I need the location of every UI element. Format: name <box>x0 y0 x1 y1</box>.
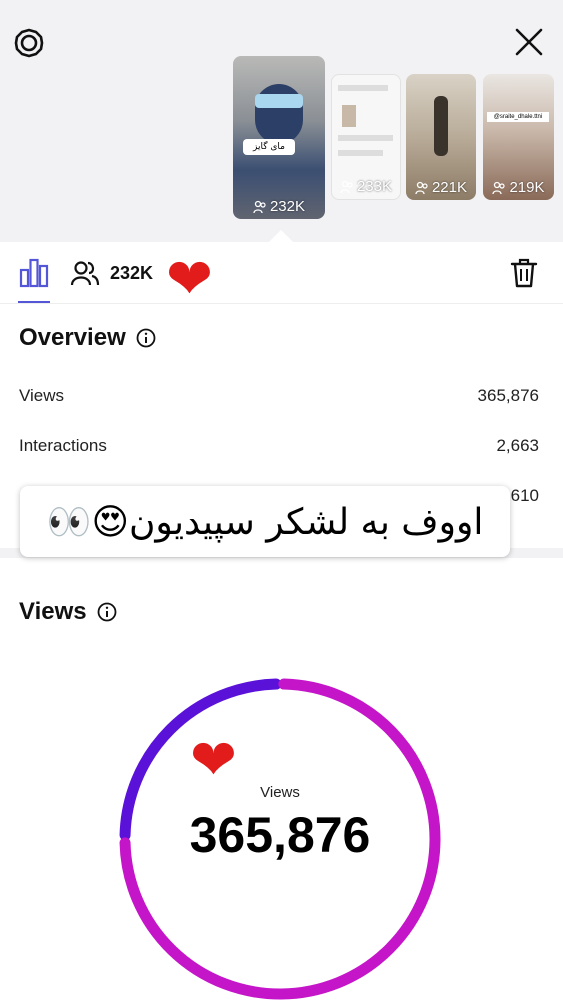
ring-label: Views <box>260 784 300 801</box>
views-title: Views <box>19 598 87 625</box>
overview-title: Overview <box>19 324 126 351</box>
row-label: Views <box>19 386 65 405</box>
row-value: 610 <box>510 486 539 505</box>
text-sticker: اووف به لشکر سپیدیون😍👀 <box>20 486 510 557</box>
people-icon <box>492 181 506 194</box>
story-thumbnail[interactable]: 221K <box>406 74 476 200</box>
story-thumbnail[interactable]: @sraite_dhale.ttni 219K <box>483 74 554 200</box>
tab-bar: 232K <box>0 242 563 304</box>
tab-statistics[interactable] <box>18 257 50 303</box>
row-value: 2,663 <box>496 436 539 455</box>
eye-mask <box>255 94 303 108</box>
ring-value: 365,876 <box>189 807 371 863</box>
overview-row-views: Views 365,876 <box>19 386 539 406</box>
row-label: Interactions <box>19 436 107 455</box>
heart-sticker: ❤ <box>166 247 213 312</box>
story-view-count: 219K <box>483 179 554 196</box>
story-person <box>255 84 303 144</box>
bar-chart-icon <box>19 258 49 288</box>
trash-icon[interactable] <box>510 258 538 288</box>
story-view-count: 233K <box>332 178 400 195</box>
overview-heading: Overview <box>19 324 156 352</box>
people-icon <box>70 261 100 286</box>
stories-carousel: مای گایز 232K 233K 221K @sraite_dhale.tt… <box>0 0 563 243</box>
info-icon[interactable] <box>136 328 156 348</box>
story-thumbnail[interactable]: 233K <box>331 74 401 200</box>
people-icon <box>253 200 266 213</box>
chat-line <box>338 150 383 156</box>
people-icon <box>415 181 428 194</box>
story-thumbnail-selected[interactable]: مای گایز 232K <box>233 56 325 219</box>
story-person <box>434 96 448 156</box>
viewers-count: 232K <box>110 262 154 283</box>
people-icon <box>340 180 353 193</box>
chat-image <box>342 105 356 127</box>
story-view-count: 221K <box>406 179 476 196</box>
overview-row-interactions: Interactions 2,663 <box>19 436 539 456</box>
tab-viewers[interactable]: 232K <box>70 260 153 286</box>
close-icon[interactable] <box>513 26 545 58</box>
info-icon[interactable] <box>97 602 117 622</box>
story-caption: مای گایز <box>243 139 295 155</box>
story-view-count: 232K <box>233 198 325 215</box>
chat-line <box>338 85 388 91</box>
row-value: 365,876 <box>477 386 539 405</box>
gear-icon[interactable] <box>14 28 44 58</box>
views-heading: Views <box>19 598 117 626</box>
heart-sticker: ❤ <box>190 728 237 793</box>
chat-line <box>338 135 393 141</box>
story-caption: @sraite_dhale.ttni <box>487 112 549 122</box>
